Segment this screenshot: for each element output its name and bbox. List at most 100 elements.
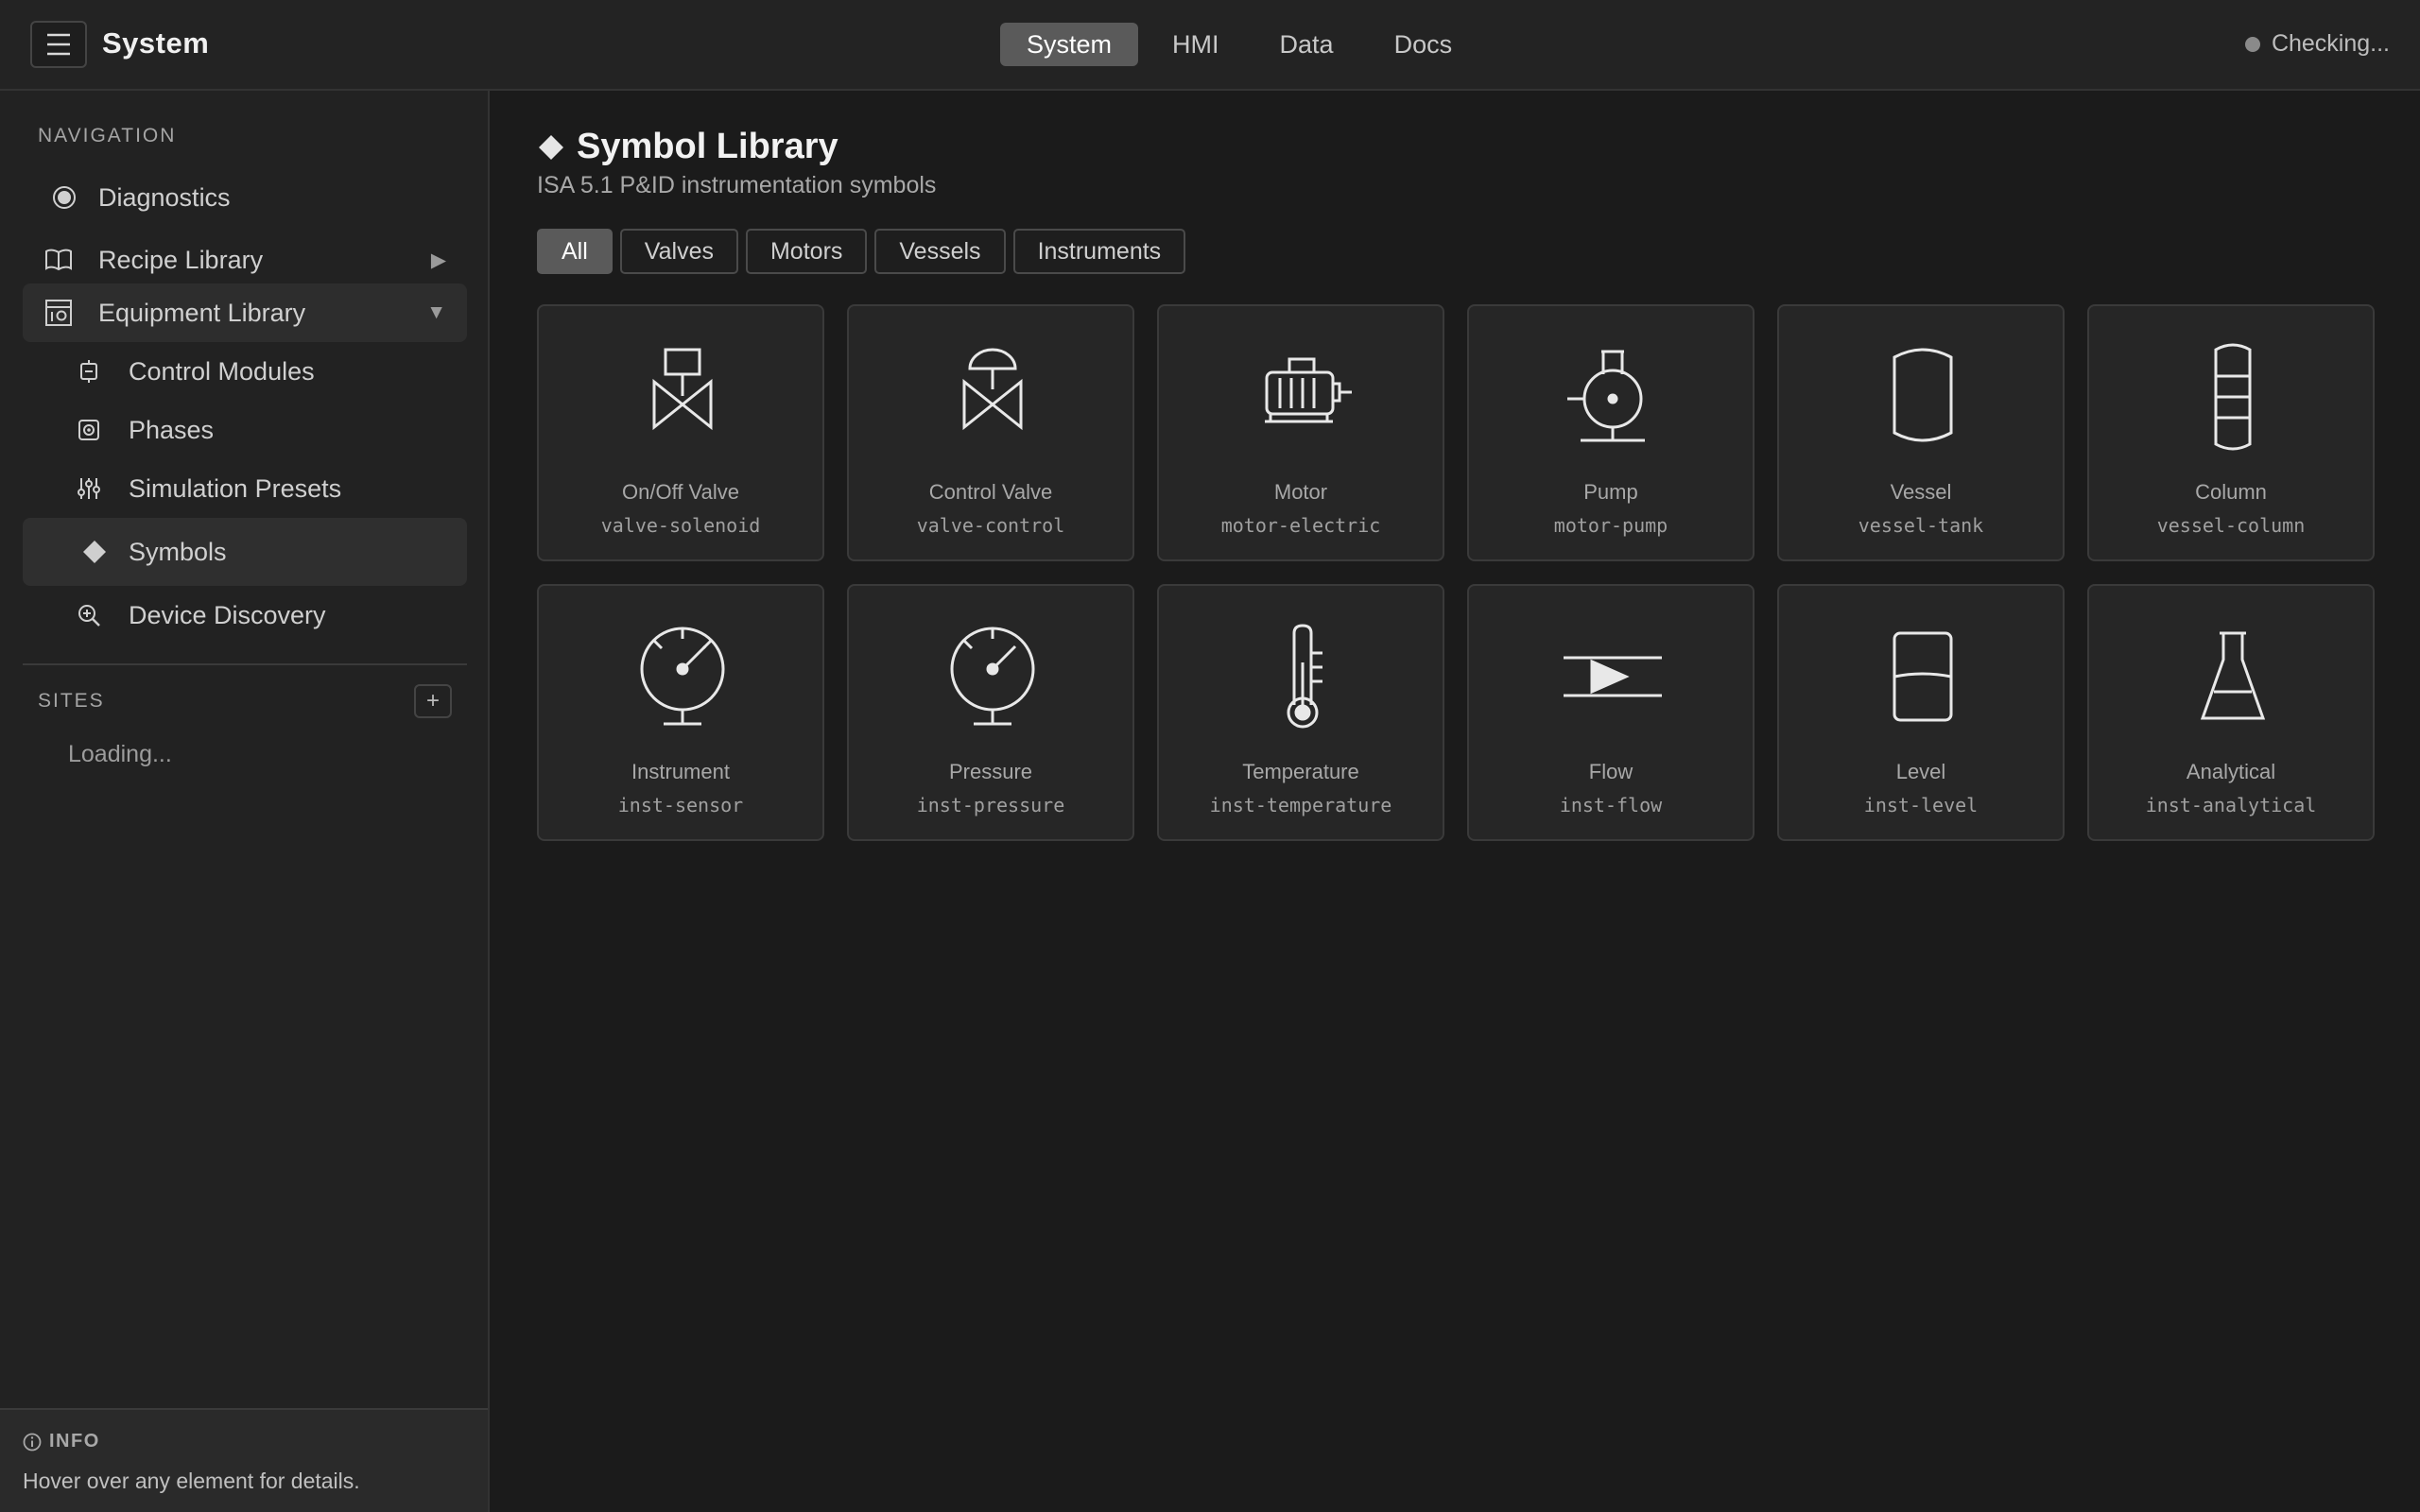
info-panel: INFO Hover over any element for details. [0,1408,488,1512]
app-title: System [102,26,210,60]
sidebar-item-equipment-library[interactable]: Equipment Library ▼ [23,284,467,342]
sites-label: SITES [38,690,105,712]
info-heading: INFO [23,1431,100,1452]
sidebar-item-control-modules[interactable]: Control Modules [23,342,467,401]
sidebar-divider [23,663,467,665]
level-icon [1893,631,1953,722]
sidebar-item-device-discovery[interactable]: Device Discovery [23,586,467,644]
top-bar: System System HMI Data Docs Checking... [0,0,2420,91]
symbol-name: Motor [1273,480,1328,504]
symbol-name: Flow [1588,760,1634,783]
symbol-id: motor-pump [1553,514,1668,537]
filter-bar: All Valves Motors Vessels Instruments [537,229,1186,274]
pump-icon [1567,350,1645,442]
sidebar-item-label: Phases [129,415,215,444]
chevron-right-icon: ▶ [430,249,446,271]
sidebar-item-symbols[interactable]: Symbols [23,518,467,586]
diagnostics-icon [45,179,83,216]
status-dot-icon [2244,36,2260,52]
symbol-card[interactable]: Temperature inst-temperature [1157,584,1444,841]
connection-status: Checking... [2244,30,2390,58]
motor-icon [1265,357,1352,423]
equipment-icon [40,294,78,332]
diamond-icon [539,134,563,160]
solenoid-valve-icon [652,348,713,431]
symbol-card[interactable]: Pressure inst-pressure [847,584,1134,841]
tab-data[interactable]: Data [1253,23,1360,66]
page-title: Symbol Library [537,127,838,167]
symbol-card[interactable]: Vessel vessel-tank [1777,304,2065,561]
symbol-card[interactable]: On/Off Valve valve-solenoid [537,304,824,561]
symbol-name: Level [1895,760,1946,783]
symbol-id: inst-analytical [2145,794,2317,816]
phases-icon [70,411,108,449]
symbol-card[interactable]: Column vessel-column [2087,304,2375,561]
control-valve-icon [962,348,1023,431]
sidebar-item-label: Recipe Library [98,245,264,274]
diamond-icon [76,533,113,571]
info-label: INFO [49,1431,100,1452]
nav-tabs: System HMI Data Docs [1000,23,1478,66]
page-title-text: Symbol Library [577,127,838,166]
book-icon [40,241,78,279]
symbol-id: vessel-tank [1858,514,1984,537]
sidebar-item-simulation-presets[interactable]: Simulation Presets [23,459,467,518]
thermometer-icon [1287,624,1322,729]
page-subtitle: ISA 5.1 P&ID instrumentation symbols [537,172,937,198]
status-text: Checking... [2271,30,2390,57]
sidebar-item-phases[interactable]: Phases [23,401,467,459]
sidebar-item-recipe-library[interactable]: Recipe Library ▶ [23,231,467,289]
symbol-name: Vessel [1890,480,1952,504]
symbol-id: inst-flow [1559,794,1663,816]
flow-icon [1564,656,1662,697]
add-site-button[interactable]: + [414,684,452,718]
symbol-name: Control Valve [928,480,1053,504]
symbol-id: motor-electric [1220,514,1381,537]
info-text: Hover over any element for details. [23,1469,360,1493]
symbol-name: On/Off Valve [622,480,739,504]
menu-button[interactable] [30,21,87,68]
flask-icon [2200,631,2266,720]
symbol-card[interactable]: Flow inst-flow [1467,584,1754,841]
sidebar-item-label: Device Discovery [129,600,326,629]
gauge-icon [640,627,725,726]
info-icon [23,1433,42,1451]
symbol-card[interactable]: Motor motor-electric [1157,304,1444,561]
filter-vessels[interactable]: Vessels [874,229,1006,274]
main-content: Symbol Library ISA 5.1 P&ID instrumentat… [492,91,2420,1512]
sites-loading-text: Loading... [68,741,172,767]
symbol-id: vessel-column [2156,514,2306,537]
tab-hmi[interactable]: HMI [1146,23,1246,66]
sidebar: NAVIGATION Diagnostics Recipe Library ▶ … [0,91,490,1512]
symbol-card[interactable]: Level inst-level [1777,584,2065,841]
sidebar-item-diagnostics[interactable]: Diagnostics [23,168,467,227]
tab-docs[interactable]: Docs [1368,23,1479,66]
symbol-name: Pressure [948,760,1033,783]
symbol-grid: On/Off Valve valve-solenoid Control Valv… [537,304,2375,841]
symbol-card[interactable]: Control Valve valve-control [847,304,1134,561]
discovery-icon [70,596,108,634]
sidebar-item-label: Control Modules [129,356,315,386]
symbol-card[interactable]: Instrument inst-sensor [537,584,824,841]
column-icon [2214,343,2252,451]
sidebar-item-label: Simulation Presets [129,473,342,503]
symbol-card[interactable]: Pump motor-pump [1467,304,1754,561]
filter-instruments[interactable]: Instruments [1012,229,1186,274]
symbol-name: Pump [1583,480,1638,504]
symbol-id: valve-solenoid [600,514,761,537]
symbol-name: Temperature [1242,760,1359,783]
symbol-name: Column [2195,480,2267,504]
tab-system[interactable]: System [1000,23,1139,66]
filter-valves[interactable]: Valves [619,229,738,274]
symbol-card[interactable]: Analytical inst-analytical [2087,584,2375,841]
symbol-id: inst-temperature [1209,794,1392,816]
sidebar-item-label: Diagnostics [98,182,231,212]
symbol-name: Instrument [631,760,730,783]
symbol-id: inst-sensor [617,794,744,816]
chip-icon [70,352,108,390]
hamburger-icon [47,33,70,56]
symbol-name: Analytical [2186,760,2276,783]
filter-motors[interactable]: Motors [745,229,868,274]
filter-all[interactable]: All [537,229,613,274]
navigation-label: NAVIGATION [38,125,177,146]
